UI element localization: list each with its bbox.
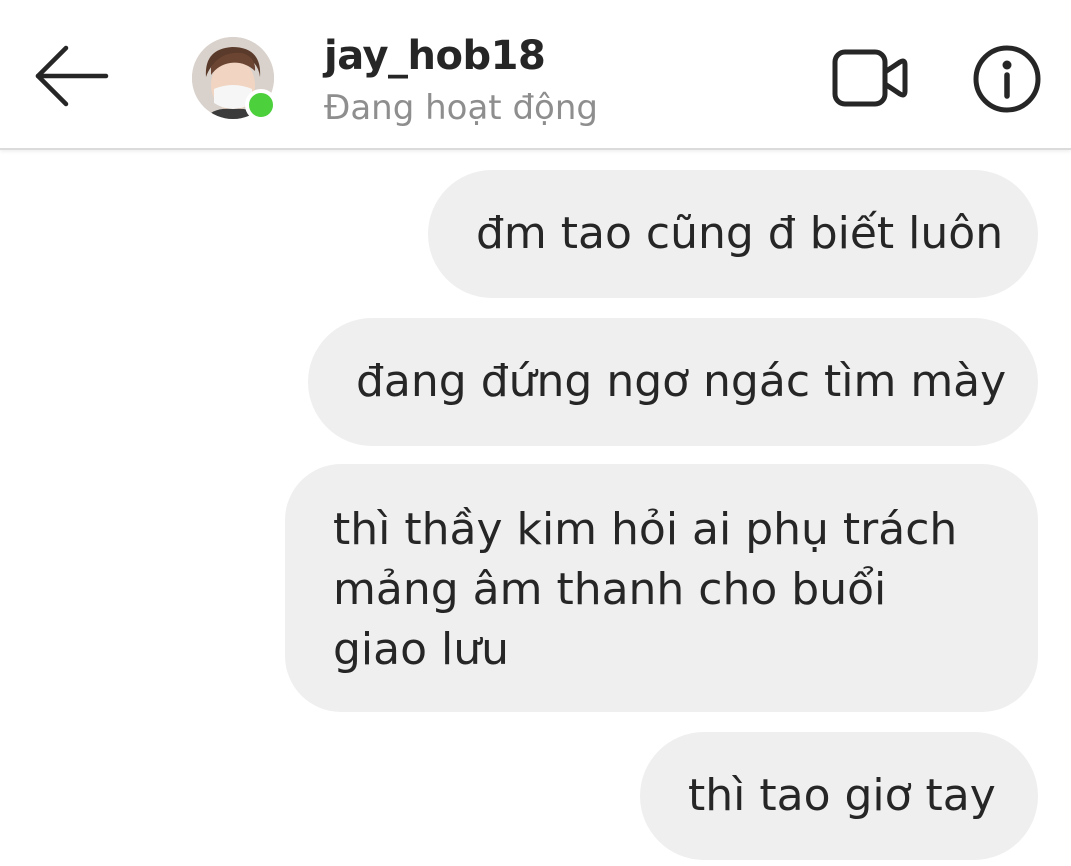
username[interactable]: jay_hob18 — [324, 33, 546, 79]
activity-status: Đang hoạt động — [324, 88, 598, 128]
info-circle-icon[interactable] — [972, 44, 1042, 114]
message-bubble[interactable]: thì thầy kim hỏi ai phụ trách mảng âm th… — [285, 464, 1038, 712]
arrow-left-icon[interactable] — [30, 40, 110, 112]
message-bubble[interactable]: thì tao giơ tay — [640, 732, 1038, 860]
video-camera-icon[interactable] — [830, 46, 910, 110]
online-status-dot — [245, 89, 277, 121]
message-bubble[interactable]: đm tao cũng đ biết luôn — [428, 170, 1038, 298]
message-thread: đm tao cũng đ biết luôn đang đứng ngơ ng… — [0, 150, 1071, 866]
message-bubble[interactable]: đang đứng ngơ ngác tìm mày — [308, 318, 1038, 446]
chat-header: jay_hob18 Đang hoạt động — [0, 0, 1071, 150]
